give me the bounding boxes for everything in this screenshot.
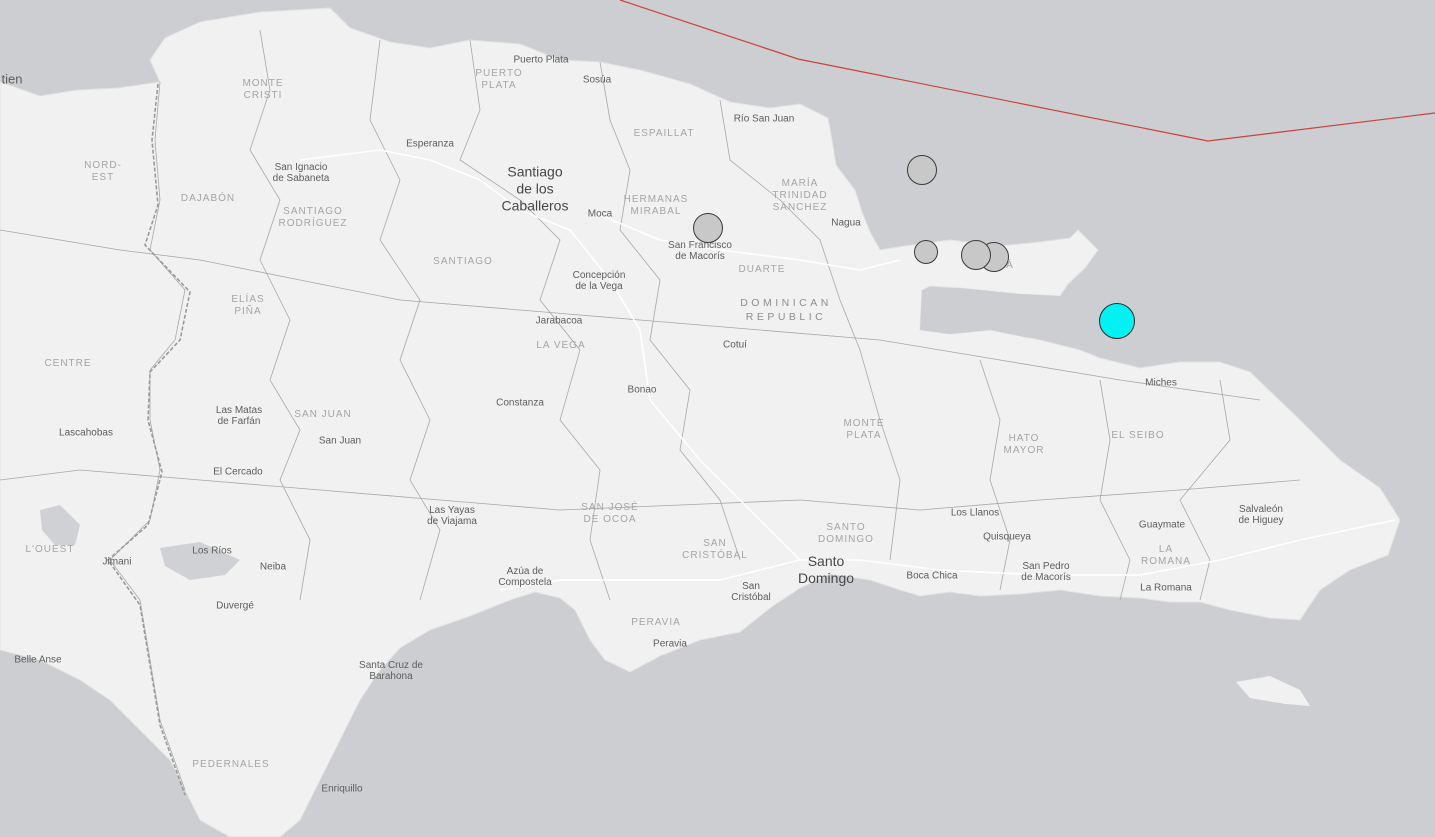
city-label-santiago: Santiago de los Caballeros (501, 163, 569, 214)
earthquake-marker[interactable] (914, 240, 938, 264)
city-label-bonao: Bonao (627, 384, 657, 396)
city-label-miches: Miches (1145, 377, 1177, 389)
city-label-jimani: Jimani (102, 556, 132, 568)
saona-island (1236, 676, 1310, 706)
city-label-guaymate: Guaymate (1138, 519, 1186, 531)
city-label-peravia: Peravia (653, 638, 687, 650)
city-label-nagua: Nagua (831, 217, 861, 229)
region-label-hato-mayor: HATO MAYOR (1003, 433, 1045, 456)
region-label-la-vega: LA VEGA (536, 340, 586, 351)
earthquake-marker[interactable] (907, 155, 937, 185)
region-label-espaillat: ESPAILLAT (633, 128, 695, 139)
city-label-el-cercado: El Cercado (213, 466, 263, 478)
city-label-san-francisco: San Francisco de Macorís (668, 240, 732, 262)
city-label-cotui: Cotuí (723, 339, 747, 351)
city-label-salvaleon: Salvaleón de Higuey (1238, 504, 1284, 526)
city-label-haitien: tien (1, 71, 23, 87)
country-label-dominican-republic: DOMINICAN REPUBLIC (740, 297, 832, 323)
region-label-centre: CENTRE (44, 358, 92, 369)
city-label-jarabacoa: Jarabacoa (535, 315, 583, 327)
city-label-las-matas: Las Matas de Farfán (215, 405, 263, 427)
region-label-la-romana: LA ROMANA (1141, 544, 1191, 567)
region-label-santo-domingo: SANTO DOMINGO (818, 522, 874, 545)
city-label-concepcion: Concepción de la Vega (572, 270, 626, 292)
region-label-puerto-plata: PUERTO PLATA (475, 68, 523, 91)
earthquake-marker[interactable] (693, 213, 723, 243)
earthquake-marker[interactable] (961, 240, 991, 270)
region-label-santiago: SANTIAGO (433, 256, 493, 267)
city-label-sosua: Sosúa (582, 74, 612, 86)
city-label-lascahobas: Lascahobas (59, 427, 113, 439)
region-label-san-cristobal: SAN CRISTÓBAL (682, 538, 748, 561)
city-label-azua: Azúa de Compostela (498, 566, 552, 588)
city-label-san-cristobal: San Cristóbal (731, 581, 771, 603)
region-label-maria-trinidad: MARÍA TRINIDAD SÁNCHEZ (772, 178, 828, 213)
city-label-san-ignacio: San Ignacio de Sabaneta (272, 162, 330, 184)
region-label-pedernales: PEDERNALES (192, 759, 270, 770)
city-label-san-pedro: San Pedro de Macorís (1021, 561, 1071, 583)
region-label-monte-plata: MONTE PLATA (843, 418, 885, 441)
city-label-quisqueya: Quisqueya (983, 531, 1031, 543)
city-label-boca-chica: Boca Chica (906, 570, 958, 582)
city-label-esperanza: Esperanza (406, 138, 454, 150)
city-label-duverge: Duvergé (216, 600, 254, 612)
landmass (0, 7, 1401, 837)
city-label-moca: Moca (587, 208, 613, 220)
city-label-constanza: Constanza (496, 397, 544, 409)
city-label-los-rios: Los Ríos (192, 545, 232, 557)
latest-earthquake-marker[interactable] (1099, 303, 1135, 339)
city-label-enriquillo: Enriquillo (321, 783, 363, 795)
city-label-belle-anse: Belle Anse (14, 654, 62, 666)
region-label-nord-est: NORD- EST (84, 160, 122, 183)
city-label-la-romana: La Romana (1140, 582, 1192, 594)
city-label-san-juan: San Juan (318, 435, 362, 447)
city-label-puerto-plata: Puerto Plata (513, 54, 569, 66)
region-label-monte-cristi: MONTE CRISTI (242, 78, 284, 101)
region-label-santiago-rodriguez: SANTIAGO RODRÍGUEZ (278, 206, 348, 229)
region-label-san-jose-ocoa: SAN JOSÉ DE OCOA (581, 502, 639, 525)
region-label-l-ouest: L'OUEST (25, 544, 75, 555)
city-label-los-llanos: Los Llanos (950, 507, 1000, 519)
region-label-dajabon: DAJABÓN (180, 193, 236, 204)
city-label-santa-cruz: Santa Cruz de Barahona (359, 660, 423, 682)
city-label-las-yayas: Las Yayas de Viajama (427, 505, 477, 527)
region-label-hermanas-mirabal: HERMANAS MIRABAL (623, 194, 689, 217)
city-label-neiba: Neiba (259, 561, 287, 573)
region-label-duarte: DUARTE (738, 264, 786, 275)
region-label-el-seibo: EL SEIBO (1111, 430, 1165, 441)
region-label-san-juan: SAN JUAN (294, 409, 352, 420)
city-label-rio-san-juan: Río San Juan (733, 113, 795, 125)
map-view[interactable]: tien Puerto Plata Sosúa Río San Juan Esp… (0, 0, 1435, 837)
region-label-peravia: PERAVIA (631, 617, 681, 628)
region-label-elias-pina: ELÍAS PIÑA (231, 294, 265, 317)
city-label-santo-domingo: Santo Domingo (797, 553, 855, 586)
